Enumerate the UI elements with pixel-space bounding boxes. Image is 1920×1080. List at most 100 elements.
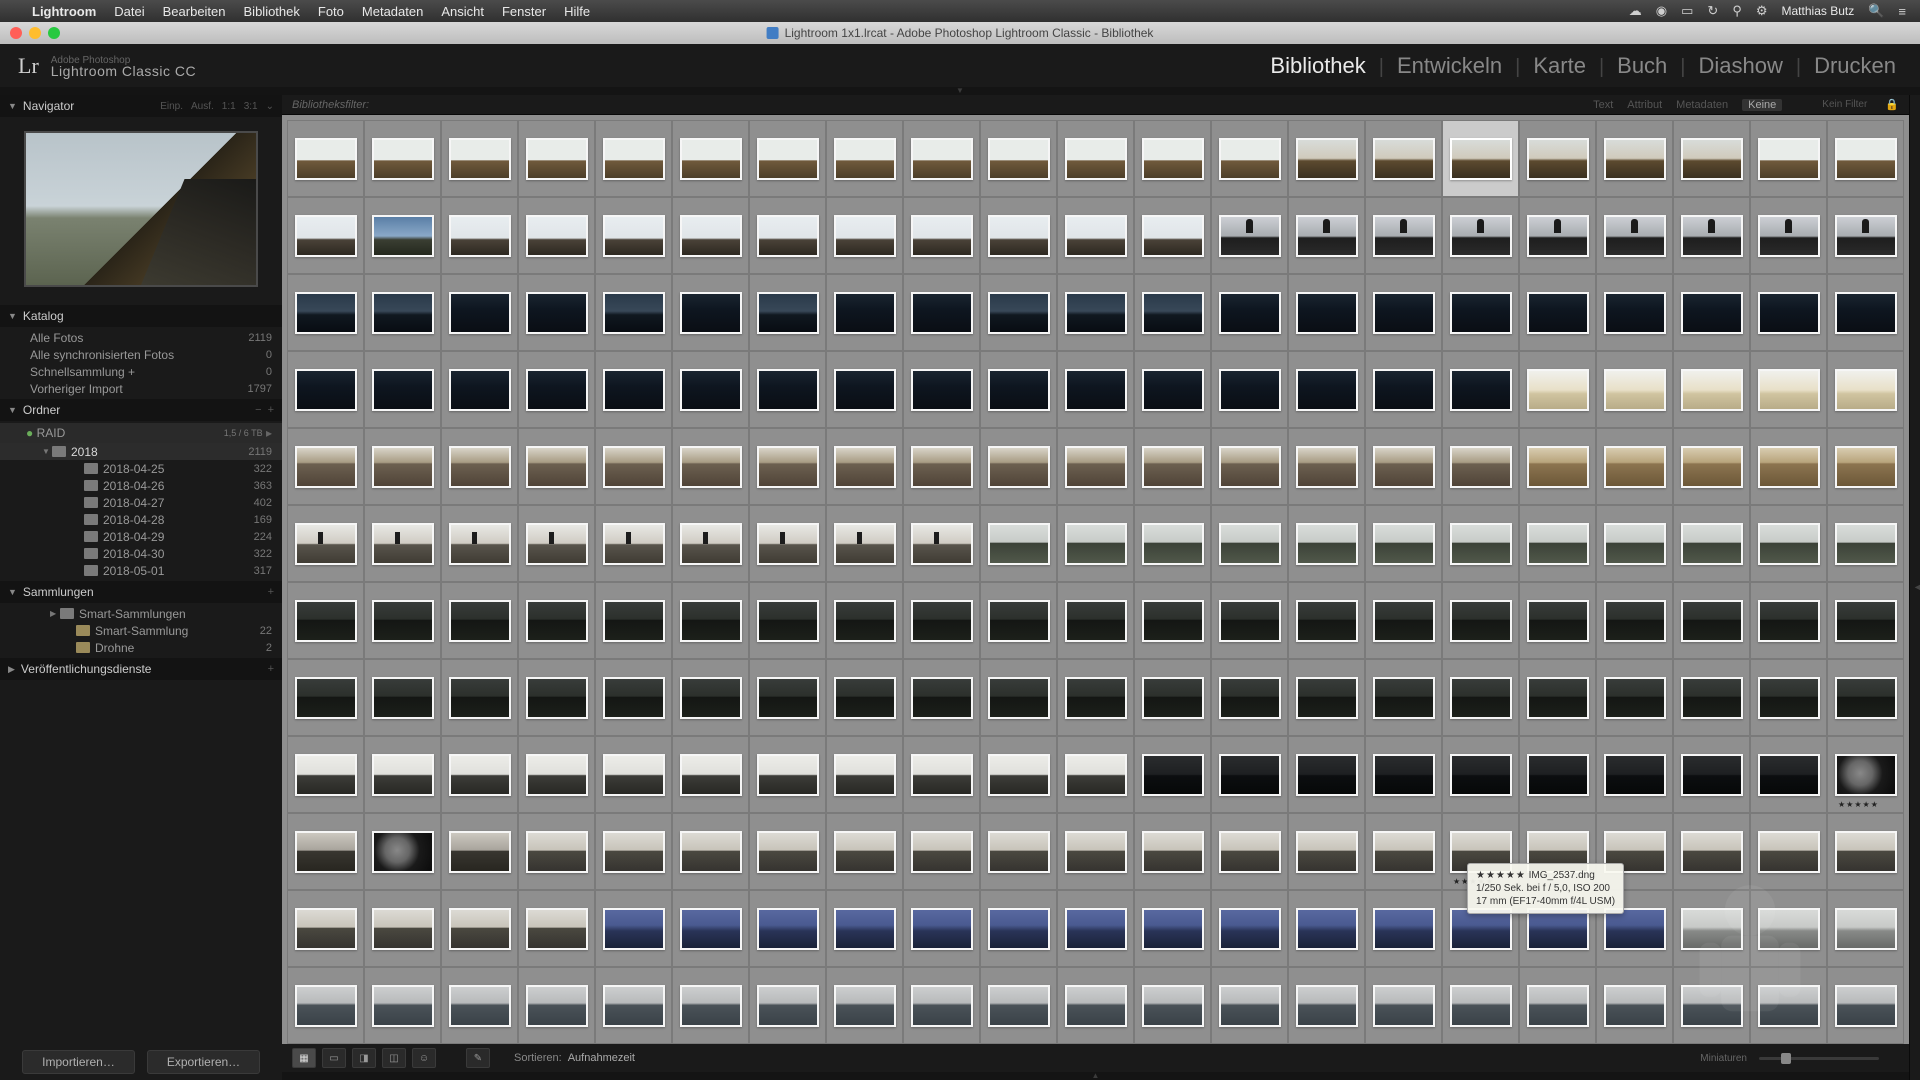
thumbnail-cell[interactable]	[1134, 813, 1211, 890]
thumbnail-cell[interactable]	[749, 582, 826, 659]
spotlight-icon[interactable]: ⚲	[1732, 3, 1742, 19]
thumbnail-cell[interactable]	[1519, 351, 1596, 428]
painter-tool[interactable]: ✎	[466, 1048, 490, 1068]
menu-fenster[interactable]: Fenster	[502, 4, 546, 19]
katalog-row[interactable]: Vorheriger Import1797	[0, 380, 282, 397]
menu-bibliothek[interactable]: Bibliothek	[244, 4, 300, 19]
collection-row[interactable]: Drohne2	[0, 639, 282, 656]
export-button[interactable]: Exportieren…	[147, 1050, 260, 1074]
thumbnail-cell[interactable]	[364, 582, 441, 659]
thumbnail-cell[interactable]	[980, 736, 1057, 813]
thumbnail-cell[interactable]	[1673, 967, 1750, 1044]
thumbnail-cell[interactable]	[749, 890, 826, 967]
thumbnail-cell[interactable]	[1211, 967, 1288, 1044]
thumbnail-cell[interactable]	[1134, 736, 1211, 813]
thumbnail-grid[interactable]: ★★★★★★★★★★★★★★★ IMG_2537.dng1/250 Sek. b…	[282, 115, 1909, 1044]
menu-foto[interactable]: Foto	[318, 4, 344, 19]
top-panel-toggle[interactable]: ▼	[0, 87, 1920, 95]
thumbnail-cell[interactable]	[1827, 351, 1904, 428]
thumbnail-cell[interactable]	[903, 120, 980, 197]
thumbnail-cell[interactable]	[1134, 120, 1211, 197]
thumbnail-cell[interactable]	[1057, 274, 1134, 351]
thumbnail-cell[interactable]	[826, 659, 903, 736]
thumbnail-cell[interactable]	[1365, 736, 1442, 813]
thumbnail-cell[interactable]	[1288, 736, 1365, 813]
module-drucken[interactable]: Drucken	[1808, 53, 1902, 79]
thumbnail-cell[interactable]	[1519, 274, 1596, 351]
thumbnail-cell[interactable]	[595, 813, 672, 890]
thumbnail-cell[interactable]	[1750, 659, 1827, 736]
thumbnail-cell[interactable]	[1442, 428, 1519, 505]
thumbnail-cell[interactable]	[1365, 813, 1442, 890]
thumbnail-cell[interactable]	[1519, 197, 1596, 274]
thumbnail-cell[interactable]	[441, 197, 518, 274]
thumbnail-cell[interactable]	[903, 813, 980, 890]
thumbnail-cell[interactable]	[518, 582, 595, 659]
thumbnail-cell[interactable]	[1134, 428, 1211, 505]
menu-bearbeiten[interactable]: Bearbeiten	[163, 4, 226, 19]
thumbnail-cell[interactable]	[749, 967, 826, 1044]
thumbnail-cell[interactable]	[672, 890, 749, 967]
thumbnail-cell[interactable]	[595, 274, 672, 351]
thumbnail-cell[interactable]	[1750, 582, 1827, 659]
thumbnail-cell[interactable]	[903, 351, 980, 428]
thumbnail-cell[interactable]	[364, 890, 441, 967]
thumbnail-cell[interactable]	[1057, 120, 1134, 197]
thumbnail-cell[interactable]	[826, 582, 903, 659]
thumbnail-cell[interactable]	[903, 197, 980, 274]
thumbnail-cell[interactable]	[287, 351, 364, 428]
grid-view-button[interactable]: ▦	[292, 1048, 316, 1068]
thumbnail-cell[interactable]	[903, 659, 980, 736]
thumbnail-cell[interactable]	[672, 659, 749, 736]
folder-date[interactable]: 2018-04-29224	[0, 528, 282, 545]
thumbnail-cell[interactable]	[1365, 505, 1442, 582]
filter-text[interactable]: Text	[1593, 99, 1613, 111]
thumbnail-cell[interactable]	[1211, 813, 1288, 890]
thumbnail-cell[interactable]	[1134, 197, 1211, 274]
thumbnail-cell[interactable]	[1057, 428, 1134, 505]
thumbnail-cell[interactable]	[518, 120, 595, 197]
thumbnail-cell[interactable]	[441, 736, 518, 813]
thumbnail-cell[interactable]	[1442, 197, 1519, 274]
thumbnail-cell[interactable]	[518, 351, 595, 428]
thumbnail-cell[interactable]	[287, 659, 364, 736]
thumbnail-cell[interactable]	[1288, 197, 1365, 274]
minimize-window-button[interactable]	[29, 27, 41, 39]
thumbnail-cell[interactable]	[518, 890, 595, 967]
thumbnail-cell[interactable]	[826, 428, 903, 505]
thumbnail-cell[interactable]	[1750, 967, 1827, 1044]
thumbnail-cell[interactable]	[1442, 736, 1519, 813]
thumbnail-cell[interactable]	[1750, 505, 1827, 582]
thumbnail-cell[interactable]	[1519, 505, 1596, 582]
thumbnail-cell[interactable]	[1750, 890, 1827, 967]
menu-datei[interactable]: Datei	[114, 4, 144, 19]
thumbnail-cell[interactable]	[1211, 351, 1288, 428]
sort-value[interactable]: Aufnahmezeit	[568, 1052, 635, 1064]
thumbnail-cell[interactable]	[1596, 120, 1673, 197]
menu-hilfe[interactable]: Hilfe	[564, 4, 590, 19]
thumbnail-cell[interactable]	[1442, 582, 1519, 659]
people-view-button[interactable]: ☺	[412, 1048, 436, 1068]
thumbnail-cell[interactable]	[1827, 505, 1904, 582]
thumbnail-cell[interactable]	[826, 813, 903, 890]
thumbnail-cell[interactable]	[1057, 505, 1134, 582]
thumbnail-cell[interactable]	[1057, 813, 1134, 890]
cc-sync-icon[interactable]: ☁	[1629, 3, 1642, 19]
thumbnail-cell[interactable]	[1827, 274, 1904, 351]
cc-icon[interactable]: ◉	[1656, 3, 1667, 19]
thumbnail-cell[interactable]	[287, 505, 364, 582]
module-diashow[interactable]: Diashow	[1693, 53, 1789, 79]
thumbnail-cell[interactable]	[672, 120, 749, 197]
thumbnail-cell[interactable]	[1519, 736, 1596, 813]
thumbnail-cell[interactable]	[1750, 197, 1827, 274]
filter-lock-icon[interactable]: 🔒	[1885, 98, 1899, 111]
filter-attribut[interactable]: Attribut	[1627, 99, 1662, 111]
thumbnail-cell[interactable]	[1211, 736, 1288, 813]
thumbnail-cell[interactable]	[1288, 659, 1365, 736]
nav-ratio-menu[interactable]: ⌄	[266, 101, 274, 112]
compare-view-button[interactable]: ◨	[352, 1048, 376, 1068]
thumbnail-cell[interactable]	[980, 351, 1057, 428]
app-menu[interactable]: Lightroom	[32, 4, 96, 19]
thumbnail-cell[interactable]	[749, 736, 826, 813]
thumbnail-cell[interactable]	[1827, 967, 1904, 1044]
